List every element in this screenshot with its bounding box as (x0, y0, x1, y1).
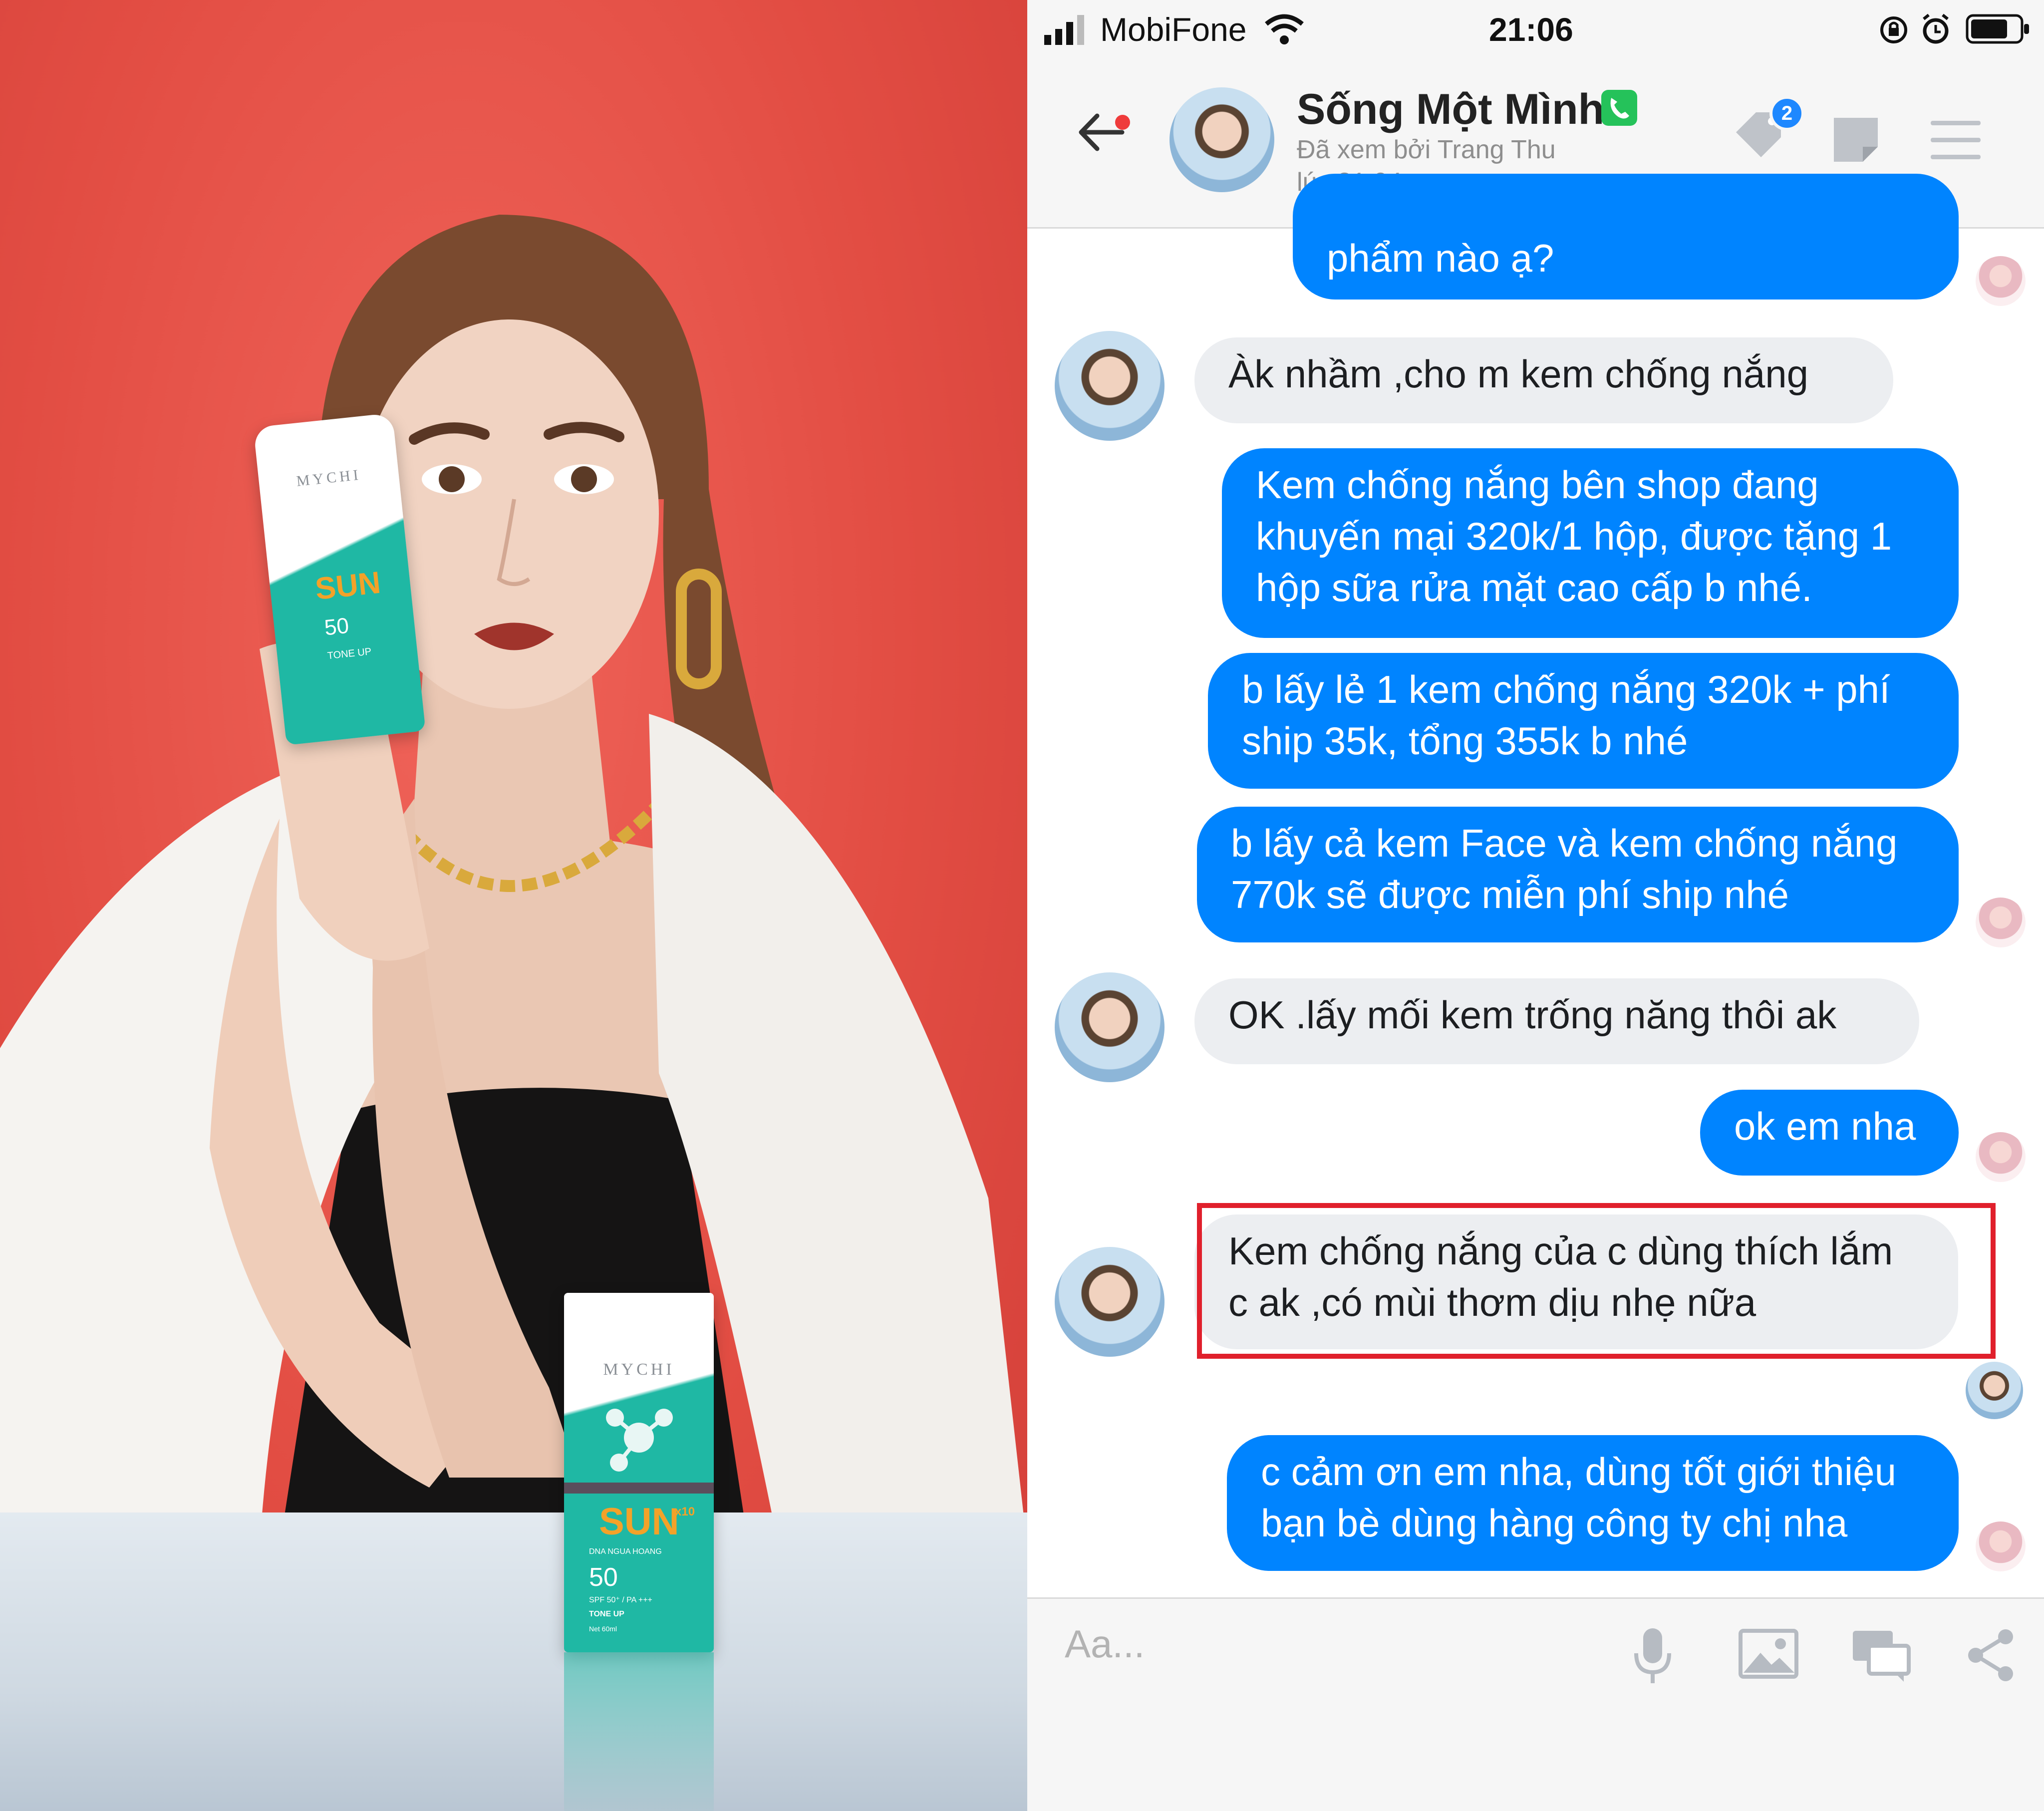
read-receipt-avatar (1976, 1521, 2026, 1571)
message-bubble-outgoing[interactable]: b lấy lẻ 1 kem chống nắng 320k + phí shi… (1208, 653, 1959, 789)
notification-badge: 2 (1769, 96, 1804, 131)
note-icon[interactable] (1831, 115, 1881, 165)
sunscreen-box: MYCHI SUN x10 DNA NGUA HOANG 50 SPF 50⁺ … (564, 1293, 714, 1652)
image-icon[interactable] (1739, 1629, 1798, 1679)
carrier-name: MobiFone (1100, 11, 1247, 48)
message-list: phẩm nào ạ? Àk nhầm ,cho m kem chống nắn… (1027, 174, 2044, 1596)
tube-spf: 50 (323, 613, 350, 640)
wifi-icon (1265, 14, 1304, 44)
message-bubble-outgoing[interactable]: c cảm ơn em nha, dùng tốt giới thiệu bạn… (1227, 1435, 1959, 1571)
box-tone: TONE UP (589, 1610, 624, 1618)
notification-count: 2 (1781, 102, 1793, 124)
box-reflection (564, 1652, 714, 1811)
message-bubble-outgoing[interactable]: phẩm nào ạ? (1293, 174, 1959, 300)
box-spf-line: SPF 50⁺ / PA +++ (589, 1596, 652, 1604)
message-bubble-outgoing[interactable]: Kem chống nắng bên shop đang khuyến mại … (1222, 448, 1959, 638)
signal-icon (1044, 15, 1084, 45)
read-receipt-avatar (1976, 1132, 2026, 1182)
box-molecule-icon (604, 1403, 674, 1473)
sender-avatar (1055, 331, 1165, 441)
box-product-name: SUN (599, 1501, 679, 1543)
microphone-icon[interactable] (1630, 1626, 1675, 1686)
rotation-lock-icon (1880, 16, 1907, 43)
highlight-box (1197, 1203, 1996, 1359)
box-net: Net 60ml (589, 1625, 617, 1633)
sender-avatar (1055, 1247, 1165, 1357)
status-bar: MobiFone 21:06 (1027, 0, 2044, 60)
message-bubble-incoming[interactable]: Àk nhầm ,cho m kem chống nắng (1194, 337, 1893, 423)
glossy-table (0, 1512, 1027, 1811)
tube-tone: TONE UP (326, 646, 372, 662)
status-time: 21:06 (1489, 11, 1573, 48)
read-receipt-avatar (1976, 898, 2026, 947)
message-bubble-outgoing[interactable]: ok em nha (1700, 1090, 1959, 1176)
box-stripe (564, 1483, 714, 1494)
alarm-icon (1923, 13, 1949, 44)
seen-avatar (1966, 1362, 2023, 1419)
unread-dot (1115, 115, 1130, 130)
box-brand-logo: MYCHI (603, 1360, 675, 1379)
share-icon[interactable] (1966, 1628, 2016, 1683)
phone-icon[interactable] (1601, 90, 1637, 126)
sender-avatar (1055, 972, 1165, 1082)
menu-icon[interactable] (1931, 119, 1981, 161)
box-dna: DNA NGUA HOANG (589, 1547, 662, 1556)
box-multiplier: x10 (675, 1505, 695, 1518)
message-composer: Aa... (1027, 1597, 2044, 1811)
contact-avatar[interactable] (1169, 87, 1274, 192)
messenger-screen: MobiFone 21:06 Sống Một Mình Đã xem bởi … (1027, 0, 2044, 1811)
read-receipt-avatar (1976, 256, 2026, 306)
message-bubble-incoming[interactable]: OK .lấy mối kem trống năng thôi ak (1194, 978, 1919, 1064)
battery-icon (1966, 14, 2029, 44)
seen-status: Đã xem bởi Trang Thu (1297, 135, 1556, 164)
tube-product-name: SUN (313, 565, 382, 606)
message-bubble-outgoing[interactable]: b lấy cả kem Face và kem chống nắng 770k… (1197, 807, 1959, 942)
contact-name[interactable]: Sống Một Mình (1297, 85, 1604, 134)
tube-brand-logo: MYCHI (295, 466, 362, 490)
product-photo: MYCHI SUN 50 TONE UP MYCHI SUN x10 DNA N… (0, 0, 1027, 1811)
box-spf: 50 (589, 1563, 618, 1592)
message-input[interactable]: Aa... (1065, 1619, 1564, 1669)
chat-bubbles-icon[interactable] (1851, 1629, 1911, 1684)
